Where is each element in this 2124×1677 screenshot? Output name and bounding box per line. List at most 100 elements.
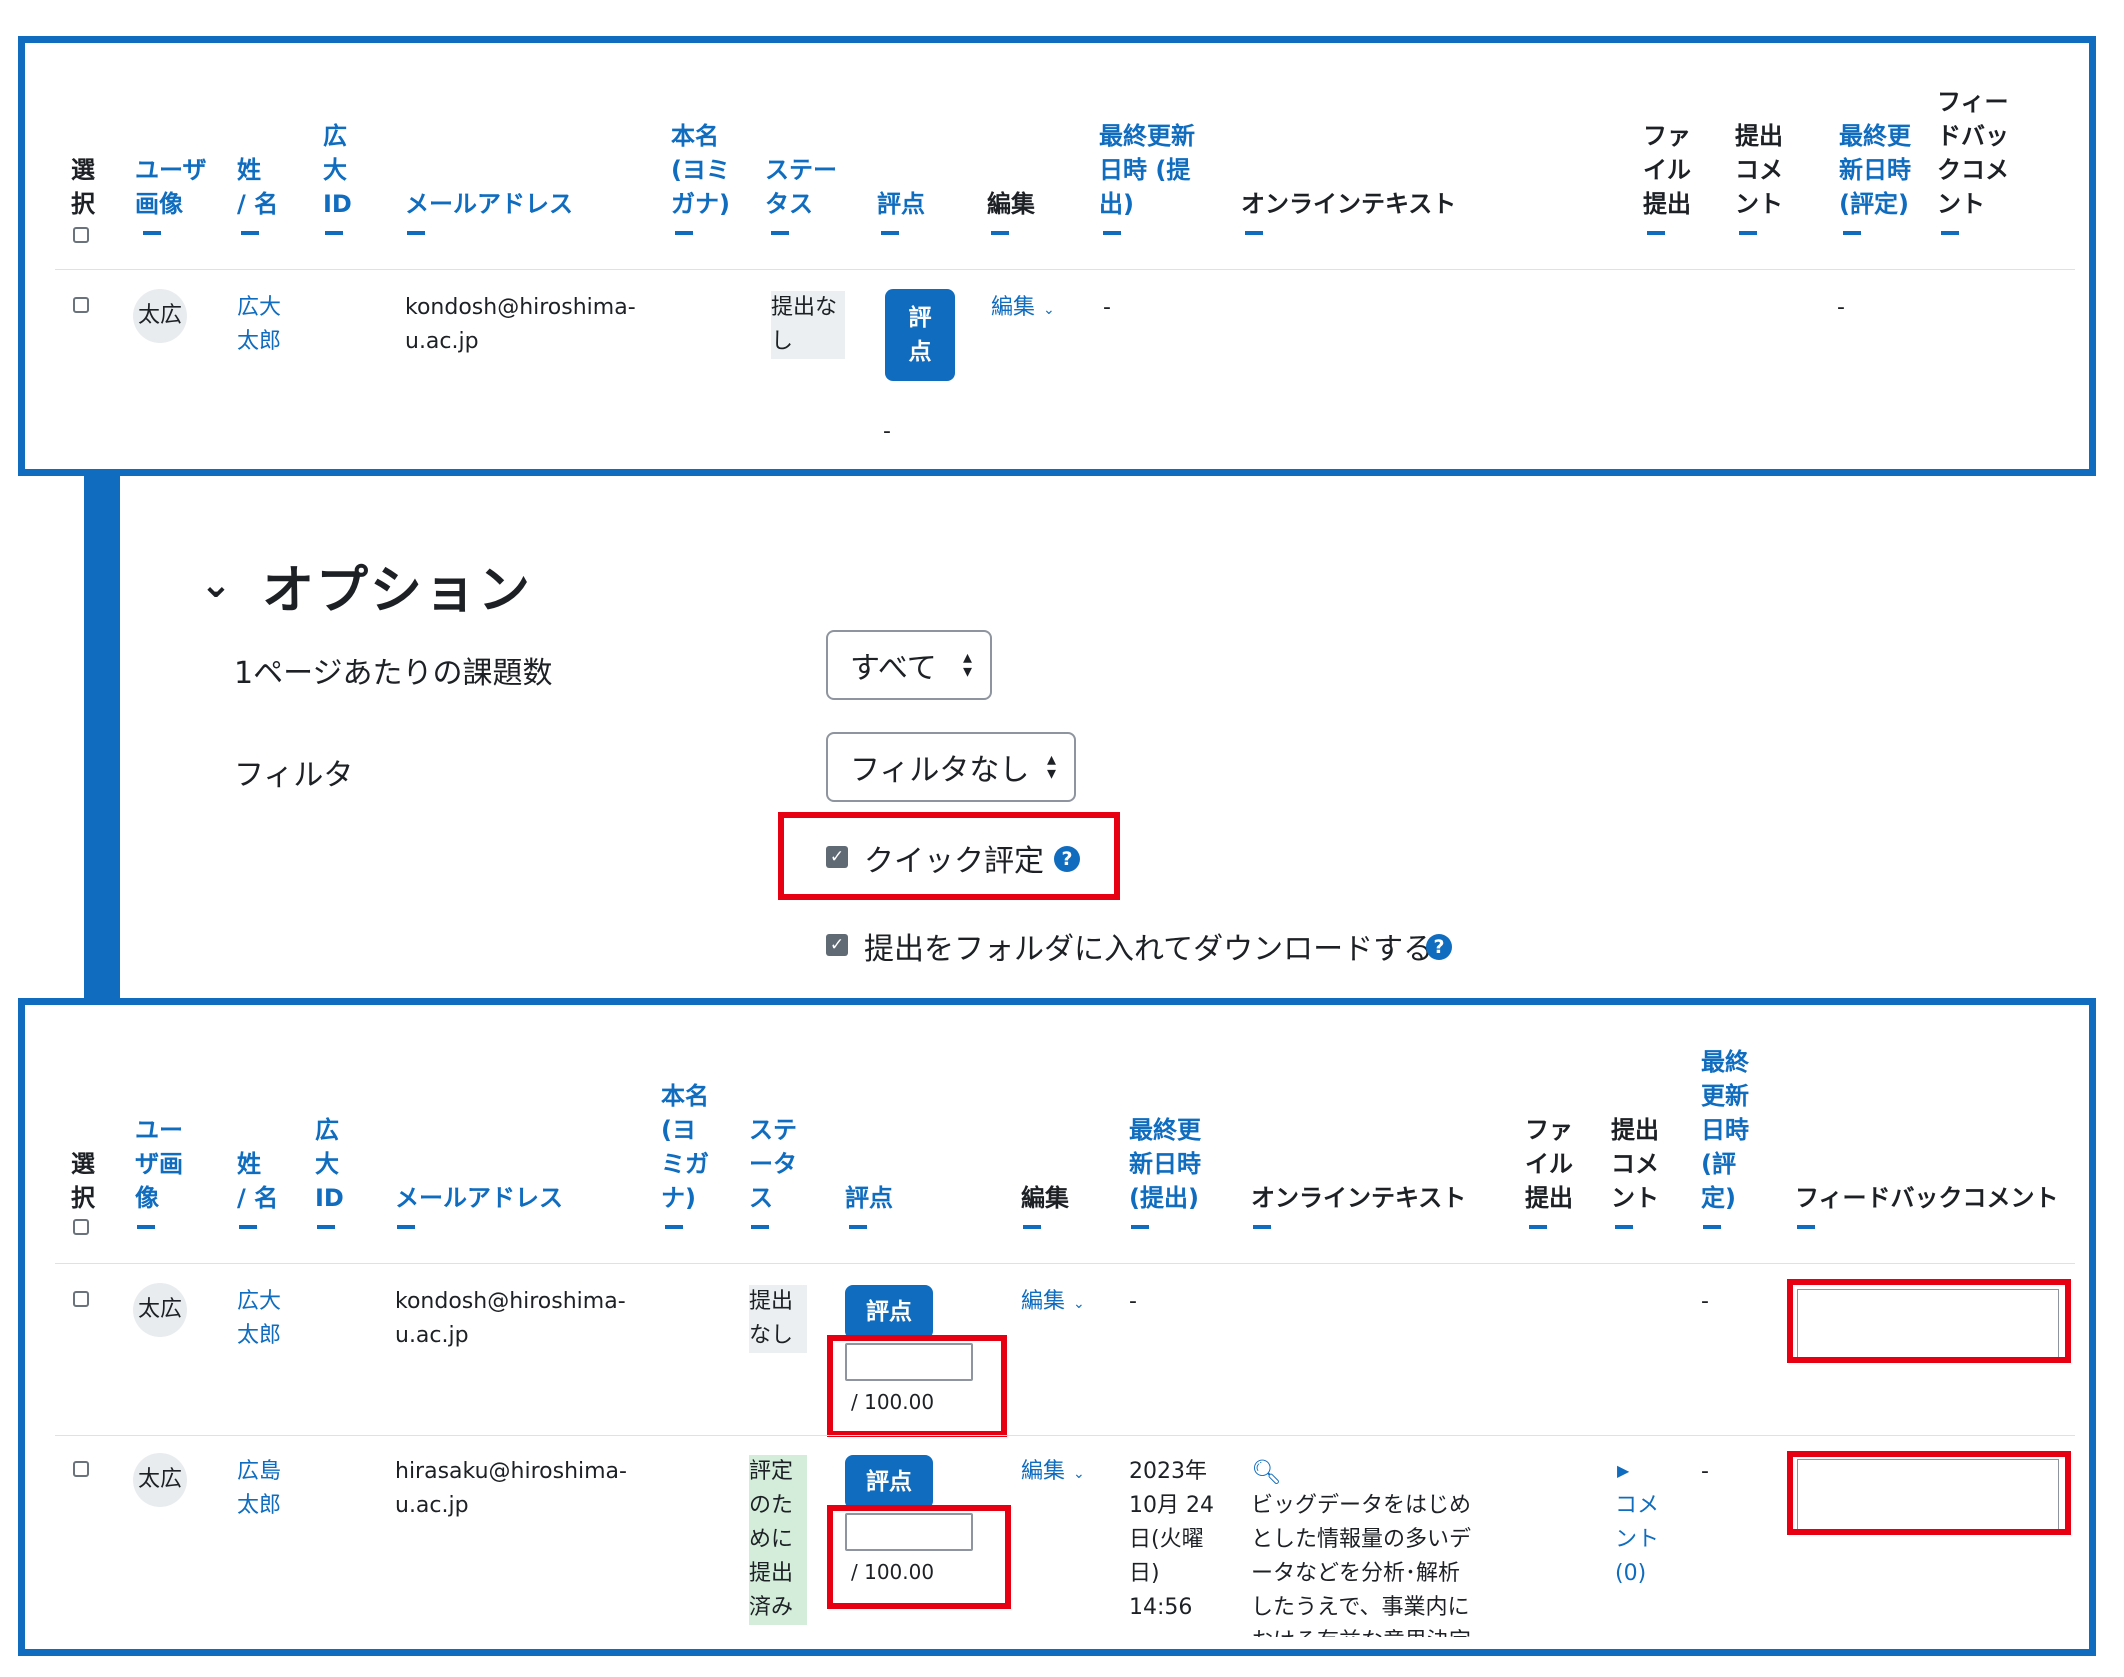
header-user-image[interactable]: ユー ザ画 像 bbox=[135, 1113, 183, 1215]
select-all-checkbox[interactable] bbox=[73, 1219, 89, 1235]
last-modified: - bbox=[1103, 295, 1111, 320]
collapse-icon[interactable] bbox=[1529, 1225, 1547, 1229]
edit-menu[interactable]: 編集 ⌄ bbox=[1021, 1285, 1085, 1321]
select-all-checkbox[interactable] bbox=[73, 227, 89, 243]
collapse-icon[interactable] bbox=[1843, 231, 1861, 235]
chevron-down-icon: ⌄ bbox=[1043, 302, 1055, 318]
header-submission-comments: 提出 コメ ント bbox=[1735, 122, 1783, 218]
header-submission-comments: 提出 コメ ント bbox=[1611, 1116, 1659, 1212]
header-last-modified-submission[interactable]: 最終更 新日時 (提出) bbox=[1129, 1113, 1201, 1215]
collapse-icon[interactable] bbox=[1797, 1225, 1815, 1229]
header-select: 選 択 bbox=[71, 156, 95, 218]
user-name-link[interactable]: 広大 太郎 bbox=[237, 1285, 281, 1353]
header-feedback-comment: フィー ドバッ クコメ ント bbox=[1937, 88, 2009, 218]
user-name-link[interactable]: 広島 太郎 bbox=[237, 1455, 281, 1523]
bottom-grading-table-frame: 選 択 ユー ザ画 像 姓 / 名 広 大 ID メールアドレス 本名 (ヨ ミ… bbox=[18, 998, 2096, 1656]
grade-button[interactable]: 評 点 bbox=[885, 289, 955, 381]
top-grading-table-frame: 選 択 ユーザ 画像 姓 / 名 広 大 ID メールアドレス 本名 (ヨミ ガ… bbox=[18, 36, 2096, 476]
row-select-checkbox[interactable] bbox=[73, 297, 89, 313]
collapse-icon[interactable] bbox=[1023, 1225, 1041, 1229]
collapse-icon[interactable] bbox=[1245, 231, 1263, 235]
grade-button[interactable]: 評点 bbox=[845, 1455, 933, 1509]
collapse-icon[interactable] bbox=[325, 231, 343, 235]
header-last-modified-grade[interactable]: 最終 更新 日時 (評 定) bbox=[1701, 1045, 1749, 1215]
grade-input-highlight bbox=[827, 1505, 1011, 1609]
collapse-icon[interactable] bbox=[881, 231, 899, 235]
header-grade[interactable]: 評点 bbox=[845, 1181, 893, 1215]
header-real-name[interactable]: 本名 (ヨ ミガ ナ) bbox=[661, 1079, 709, 1215]
last-modified: - bbox=[1129, 1289, 1137, 1314]
collapse-icon[interactable] bbox=[991, 231, 1009, 235]
feedback-highlight bbox=[1787, 1451, 2071, 1535]
edit-menu[interactable]: 編集 ⌄ bbox=[1021, 1455, 1085, 1491]
chevron-down-icon: ⌄ bbox=[1073, 1296, 1085, 1312]
per-page-select[interactable]: すべて ▴ ▾ bbox=[826, 630, 992, 700]
header-edit: 編集 bbox=[987, 190, 1035, 218]
collapse-icon[interactable] bbox=[771, 231, 789, 235]
status-badge: 提出な し bbox=[771, 291, 845, 359]
last-modified-grade: - bbox=[1701, 1289, 1709, 1314]
collapse-icon[interactable] bbox=[1103, 231, 1121, 235]
header-email[interactable]: メールアドレス bbox=[395, 1181, 563, 1215]
collapse-icon[interactable] bbox=[665, 1225, 683, 1229]
edit-label: 編集 bbox=[991, 295, 1036, 320]
collapse-icon[interactable] bbox=[137, 1225, 155, 1229]
help-icon[interactable]: ? bbox=[1426, 934, 1452, 960]
last-modified-grade: - bbox=[1701, 1459, 1709, 1484]
row-select-checkbox[interactable] bbox=[73, 1291, 89, 1307]
download-folders-checkbox[interactable]: ✓ bbox=[826, 934, 848, 956]
header-grade[interactable]: 評点 bbox=[877, 187, 925, 221]
header-user-image[interactable]: ユーザ 画像 bbox=[135, 153, 207, 221]
collapse-icon[interactable] bbox=[317, 1225, 335, 1229]
header-status[interactable]: ステ ータ ス bbox=[749, 1113, 797, 1215]
collapse-icon[interactable] bbox=[1253, 1225, 1271, 1229]
zoom-in-icon[interactable]: 🔍︎ bbox=[1251, 1457, 1281, 1487]
collapse-icon[interactable] bbox=[675, 231, 693, 235]
filter-value: フィルタなし bbox=[850, 753, 1030, 788]
collapse-icon[interactable] bbox=[239, 1225, 257, 1229]
collapse-icon[interactable] bbox=[407, 231, 425, 235]
chevron-down-icon: ⌄ bbox=[1073, 1466, 1085, 1482]
chevron-down-icon[interactable]: ⌄ bbox=[200, 562, 232, 606]
header-feedback-comment: フィードバックコメント bbox=[1795, 1184, 2059, 1212]
collapse-icon[interactable] bbox=[143, 231, 161, 235]
feedback-highlight bbox=[1787, 1279, 2071, 1363]
caret-right-icon[interactable]: ▶ bbox=[1617, 1461, 1629, 1480]
collapse-icon[interactable] bbox=[1131, 1225, 1149, 1229]
header-select: 選 択 bbox=[71, 1150, 95, 1212]
header-name[interactable]: 姓 / 名 bbox=[237, 1147, 278, 1215]
row-select-checkbox[interactable] bbox=[73, 1461, 89, 1477]
header-hiroshima-id[interactable]: 広 大 ID bbox=[323, 119, 352, 221]
collapse-icon[interactable] bbox=[849, 1225, 867, 1229]
filter-select[interactable]: フィルタなし ▴ ▾ bbox=[826, 732, 1076, 802]
header-last-modified-grade[interactable]: 最終更 新日時 (評定) bbox=[1839, 119, 1911, 221]
grade-value: - bbox=[883, 419, 891, 444]
collapse-icon[interactable] bbox=[241, 231, 259, 235]
user-name-link[interactable]: 広大 太郎 bbox=[237, 291, 281, 359]
header-email[interactable]: メールアドレス bbox=[405, 187, 573, 221]
quick-grading-highlight bbox=[778, 812, 1120, 900]
header-online-text: オンラインテキスト bbox=[1241, 190, 1457, 218]
header-edit: 編集 bbox=[1021, 1184, 1069, 1212]
comments-link[interactable]: コメ ント (0) bbox=[1615, 1489, 1659, 1591]
collapse-icon[interactable] bbox=[1941, 231, 1959, 235]
online-text-preview: ビッグデータをはじめ とした情報量の多いデ ータなどを分析･解析 したうえで、事… bbox=[1251, 1493, 1472, 1637]
collapse-icon[interactable] bbox=[1739, 231, 1757, 235]
header-name[interactable]: 姓 / 名 bbox=[237, 153, 278, 221]
grade-button[interactable]: 評点 bbox=[845, 1285, 933, 1339]
header-hiroshima-id[interactable]: 広 大 ID bbox=[315, 1113, 344, 1215]
collapse-icon[interactable] bbox=[1647, 231, 1665, 235]
collapse-icon[interactable] bbox=[751, 1225, 769, 1229]
status-badge: 提出 なし bbox=[749, 1285, 807, 1353]
collapse-icon[interactable] bbox=[1703, 1225, 1721, 1229]
header-status[interactable]: ステー タス bbox=[765, 153, 837, 221]
header-real-name[interactable]: 本名 (ヨミ ガナ) bbox=[671, 119, 730, 221]
per-page-value: すべて bbox=[850, 651, 937, 686]
sort-arrows-icon: ▴ ▾ bbox=[1046, 749, 1056, 784]
sort-arrows-icon: ▴ ▾ bbox=[962, 647, 972, 682]
collapse-icon[interactable] bbox=[1615, 1225, 1633, 1229]
collapse-icon[interactable] bbox=[397, 1225, 415, 1229]
edit-menu[interactable]: 編集 ⌄ bbox=[991, 291, 1055, 327]
header-last-modified-submission[interactable]: 最終更新 日時 (提 出) bbox=[1099, 119, 1195, 221]
status-badge: 評定 のた めに 提出 済み bbox=[749, 1455, 807, 1625]
